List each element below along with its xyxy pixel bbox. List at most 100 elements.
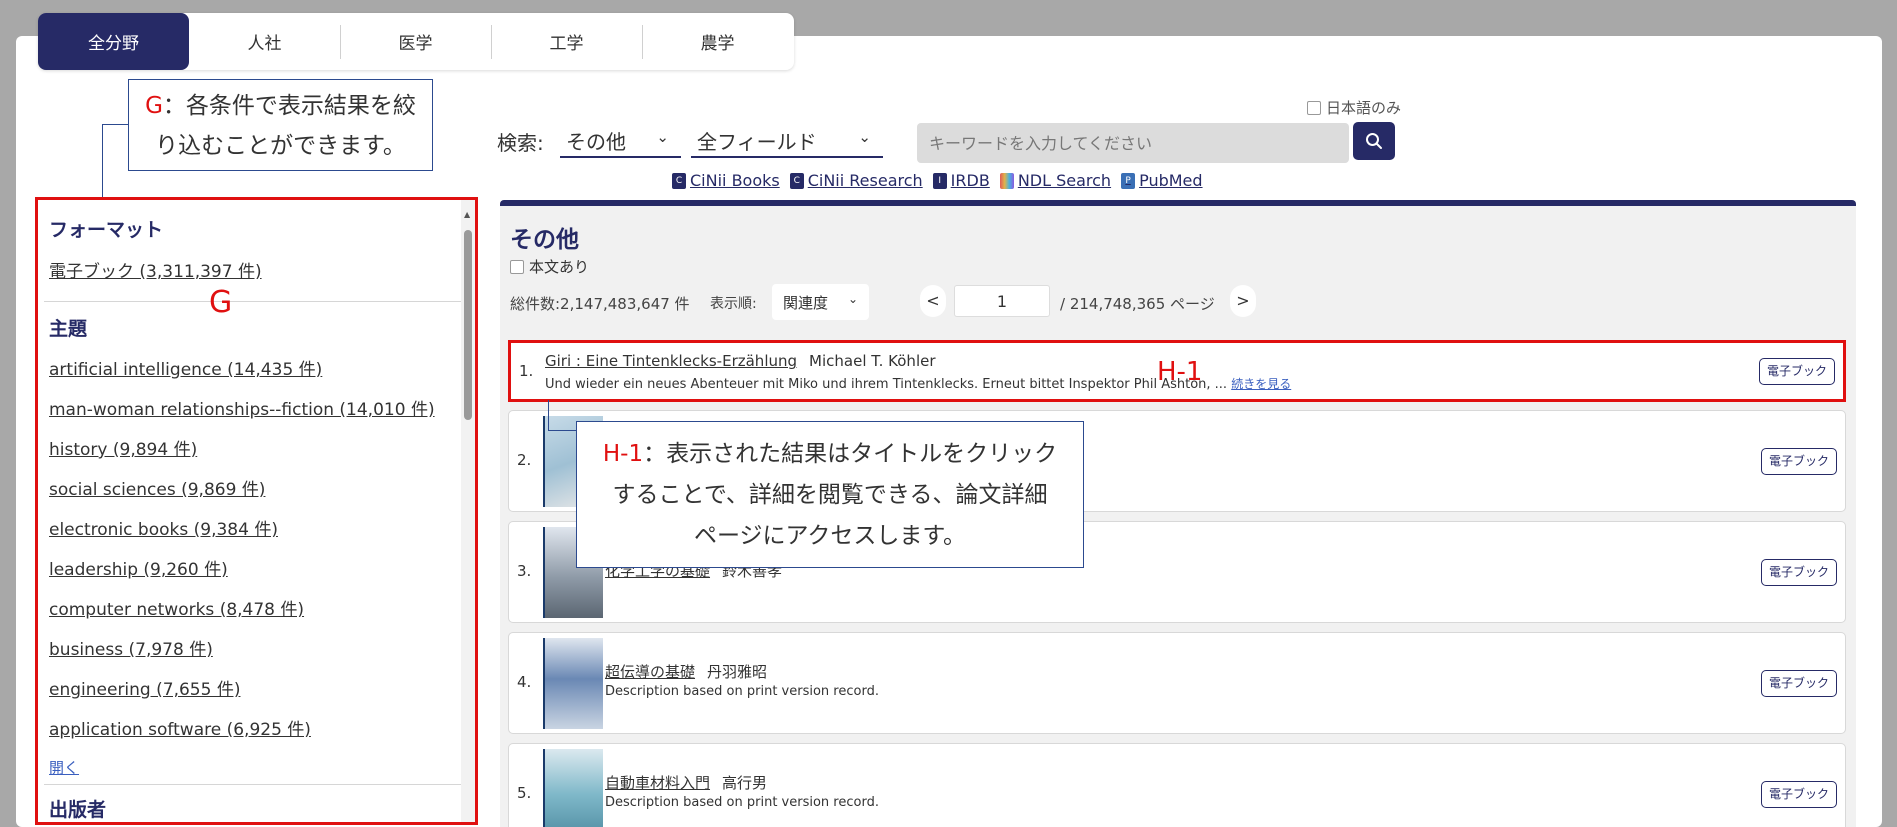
result-number: 3. xyxy=(517,562,532,580)
search-icon xyxy=(1366,133,1382,149)
ebook-badge[interactable]: 電子ブック xyxy=(1761,670,1837,697)
filter-subject-item[interactable]: history (9,894 件) xyxy=(38,435,197,460)
format-heading: フォーマット xyxy=(49,219,164,241)
search-input[interactable] xyxy=(917,123,1349,163)
filter-subject-item[interactable]: man-woman relationships--fiction (14,010… xyxy=(38,395,435,420)
book-cover-thumbnail[interactable] xyxy=(543,638,603,729)
result-number: 5. xyxy=(517,784,532,802)
callout-h1-line2: することで、詳細を閲覧できる、論文詳細 xyxy=(612,482,1048,508)
page-number-input[interactable] xyxy=(954,285,1050,317)
link-ndl-search[interactable]: NDL Search xyxy=(999,171,1111,190)
subject-heading: 主題 xyxy=(49,318,88,340)
tab-agriculture[interactable]: 農学 xyxy=(642,13,793,70)
scroll-up-icon[interactable]: ▲ xyxy=(464,210,470,219)
external-search-links: C CiNii Books C CiNii Research I IRDB NDL S… xyxy=(672,171,1203,190)
chevron-down-icon: ⌄ xyxy=(858,128,871,146)
japanese-only-checkbox[interactable] xyxy=(1307,100,1321,115)
callout-h1-line1: H-1：表示された結果はタイトルをクリック xyxy=(602,441,1058,467)
ebook-badge[interactable]: 電子ブック xyxy=(1761,559,1837,586)
result-title-link[interactable]: 超伝導の基礎 xyxy=(605,663,695,681)
fulltext-checkbox[interactable] xyxy=(510,259,524,274)
search-field-select[interactable]: 全フィールド ⌄ xyxy=(691,124,883,158)
prev-page-button[interactable]: < xyxy=(920,285,946,317)
filter-subject-item[interactable]: artificial intelligence (14,435 件) xyxy=(38,355,322,380)
sort-label: 表示順: xyxy=(710,296,757,312)
result-item: 5. 自動車材料入門 高行男 Description based on print… xyxy=(508,743,1846,827)
ebook-badge[interactable]: 電子ブック xyxy=(1759,358,1835,385)
filter-subject-item[interactable]: engineering (7,655 件) xyxy=(38,675,240,700)
callout-h1: H-1：表示された結果はタイトルをクリック することで、詳細を閲覧できる、論文詳… xyxy=(576,421,1084,568)
search-field-value: 全フィールド xyxy=(697,130,817,154)
callout-g: G：各条件で表示結果を絞 り込むことができます。 xyxy=(128,79,433,171)
ndl-icon xyxy=(999,172,1014,189)
search-button[interactable] xyxy=(1353,122,1395,160)
tab-all-fields[interactable]: 全分野 xyxy=(38,13,189,70)
cinii-icon: C xyxy=(789,172,804,189)
callout-g-connector xyxy=(102,124,128,125)
sort-select[interactable]: 関連度 ⌄ xyxy=(772,284,869,320)
callout-g-line2: り込むことができます。 xyxy=(155,133,406,159)
result-item: 4. 超伝導の基礎 丹羽雅昭 Description based on print… xyxy=(508,632,1846,734)
tab-engineering[interactable]: 工学 xyxy=(491,13,642,70)
irdb-icon: I xyxy=(932,172,947,189)
result-title-link[interactable]: Giri : Eine Tintenklecks-Erzählung xyxy=(545,352,797,370)
callout-g-connector xyxy=(102,124,103,197)
filter-subject-item[interactable]: computer networks (8,478 件) xyxy=(38,595,304,620)
filter-format-ebook[interactable]: 電子ブック (3,311,397 件) xyxy=(38,257,262,282)
result-number: 1. xyxy=(519,362,534,380)
callout-h1-line3: ページにアクセスします。 xyxy=(693,523,967,549)
results-heading: その他 xyxy=(510,227,579,253)
page-total: / 214,748,365 ページ xyxy=(1060,295,1215,313)
filter-subject-item[interactable]: business (7,978 件) xyxy=(38,635,213,660)
search-type-select[interactable]: その他 ⌄ xyxy=(560,124,681,158)
fulltext-label: 本文あり xyxy=(529,258,590,276)
ebook-badge[interactable]: 電子ブック xyxy=(1761,448,1837,475)
result-title-link[interactable]: 自動車材料入門 xyxy=(605,774,710,792)
callout-h1-connector xyxy=(548,430,576,431)
tab-humanities[interactable]: 人社 xyxy=(189,13,340,70)
ebook-badge[interactable]: 電子ブック xyxy=(1761,781,1837,808)
pubmed-icon: P xyxy=(1121,172,1136,189)
filter-subject-item[interactable]: leadership (9,260 件) xyxy=(38,555,228,580)
cinii-icon: C xyxy=(672,172,686,189)
link-pubmed[interactable]: P PubMed xyxy=(1121,171,1203,190)
field-tabs: 全分野 人社 医学 工学 農学 xyxy=(38,13,794,70)
link-irdb[interactable]: I IRDB xyxy=(932,171,990,190)
search-type-value: その他 xyxy=(566,130,626,154)
result-description: Description based on print version recor… xyxy=(605,795,879,810)
sidebar-scrollbar[interactable]: ▲ xyxy=(461,200,475,822)
filter-subject-item[interactable]: application software (6,925 件) xyxy=(38,715,311,740)
callout-g-line1: G：各条件で表示結果を絞 xyxy=(145,93,416,119)
sort-value: 関連度 xyxy=(783,294,829,312)
result-heading-line: 自動車材料入門 高行男 xyxy=(605,772,767,793)
japanese-only-toggle[interactable]: 日本語のみ xyxy=(1307,97,1401,118)
filter-subject-item[interactable]: electronic books (9,384 件) xyxy=(38,515,278,540)
callout-h1-connector xyxy=(548,400,549,430)
result-heading-line: Giri : Eine Tintenklecks-Erzählung Michae… xyxy=(545,351,936,370)
read-more-link[interactable]: 続きを見る xyxy=(1231,377,1291,391)
book-cover-thumbnail[interactable] xyxy=(543,749,603,827)
link-cinii-books[interactable]: C CiNii Books xyxy=(672,171,780,190)
result-number: 4. xyxy=(517,673,532,691)
result-heading-line: 超伝導の基礎 丹羽雅昭 xyxy=(605,661,767,682)
divider xyxy=(44,784,464,785)
fulltext-filter[interactable]: 本文あり xyxy=(510,256,589,277)
annotation-g-label: G xyxy=(209,285,233,320)
filter-subject-item[interactable]: social sciences (9,869 件) xyxy=(38,475,265,500)
chevron-down-icon: ⌄ xyxy=(847,292,858,306)
chevron-down-icon: ⌄ xyxy=(656,128,669,146)
annotation-h1-label: H-1 xyxy=(1157,357,1203,387)
expand-subjects-link[interactable]: 開く xyxy=(38,757,79,778)
scroll-thumb[interactable] xyxy=(464,230,472,420)
result-number: 2. xyxy=(517,451,532,469)
link-cinii-research[interactable]: C CiNii Research xyxy=(789,171,923,190)
next-page-button[interactable]: > xyxy=(1230,285,1256,317)
divider xyxy=(44,301,464,302)
japanese-only-label: 日本語のみ xyxy=(1326,99,1402,117)
result-author: 丹羽雅昭 xyxy=(707,663,768,681)
tab-medicine[interactable]: 医学 xyxy=(340,13,491,70)
filter-sidebar: フォーマット 電子ブック (3,311,397 件) 主題 artificial… xyxy=(35,197,478,825)
publisher-heading: 出版者 xyxy=(49,799,107,821)
total-count: 総件数:2,147,483,647 件 xyxy=(510,295,690,313)
result-description: Description based on print version recor… xyxy=(605,684,879,699)
